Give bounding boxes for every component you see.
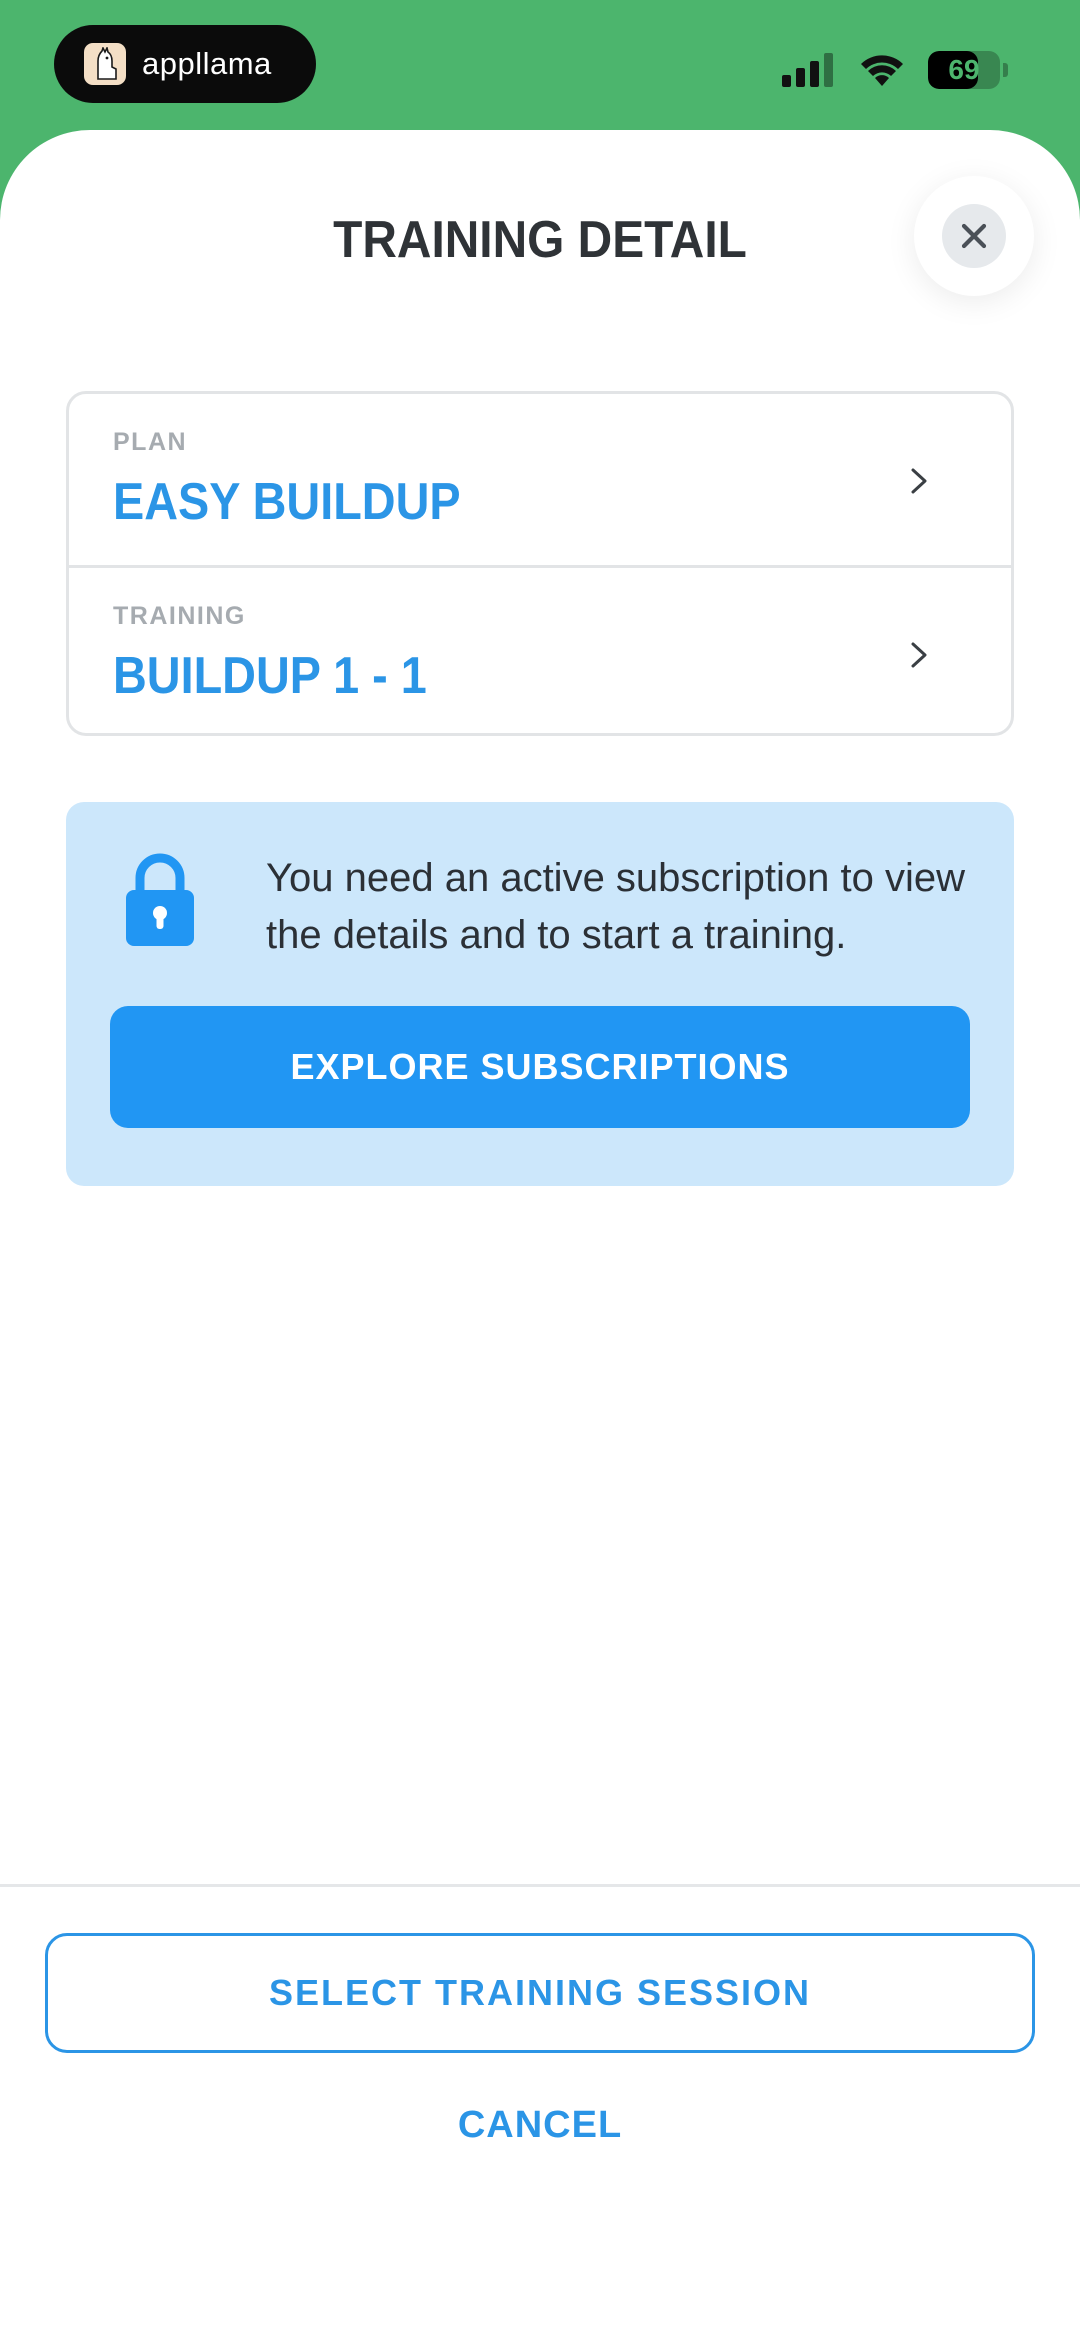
plan-row[interactable]: PLAN EASY BUILDUP bbox=[69, 394, 1011, 565]
status-icons: 69 bbox=[782, 50, 1008, 90]
chevron-right-icon bbox=[911, 468, 927, 494]
plan-value: EASY BUILDUP bbox=[113, 473, 461, 531]
training-label: TRAINING bbox=[113, 602, 246, 630]
lock-icon bbox=[126, 853, 194, 946]
cancel-button[interactable]: CANCEL bbox=[0, 2090, 1080, 2160]
detail-card: PLAN EASY BUILDUP TRAINING BUILDUP 1 - 1 bbox=[66, 391, 1014, 736]
llama-logo-icon bbox=[84, 43, 126, 85]
footer-divider bbox=[0, 1884, 1080, 1887]
sheet-title: TRAINING DETAIL bbox=[333, 211, 747, 269]
training-row[interactable]: TRAINING BUILDUP 1 - 1 bbox=[69, 568, 1011, 739]
wifi-icon bbox=[861, 55, 903, 86]
training-detail-sheet: TRAINING DETAIL PLAN EASY BUILDUP TRAINI… bbox=[0, 130, 1080, 2337]
battery-percent: 69 bbox=[948, 54, 980, 85]
close-icon bbox=[961, 223, 987, 249]
battery-cap bbox=[1003, 63, 1008, 77]
subscription-notice: You need an active subscription to view … bbox=[66, 802, 1014, 1186]
notice-message: You need an active subscription to view … bbox=[266, 856, 965, 957]
close-button[interactable] bbox=[942, 204, 1006, 268]
training-value: BUILDUP 1 - 1 bbox=[113, 647, 427, 705]
app-pill[interactable]: appllama bbox=[54, 25, 316, 103]
battery-indicator: 69 bbox=[928, 51, 1000, 89]
status-bar: appllama 69 bbox=[0, 0, 1080, 140]
cellular-signal-icon bbox=[782, 53, 833, 87]
select-training-session-button[interactable]: SELECT TRAINING SESSION bbox=[45, 1933, 1035, 2053]
explore-subscriptions-button[interactable]: EXPLORE SUBSCRIPTIONS bbox=[110, 1006, 970, 1128]
app-name: appllama bbox=[142, 46, 272, 81]
plan-label: PLAN bbox=[113, 428, 188, 456]
chevron-right-icon bbox=[911, 642, 927, 668]
close-button-container bbox=[914, 176, 1034, 296]
